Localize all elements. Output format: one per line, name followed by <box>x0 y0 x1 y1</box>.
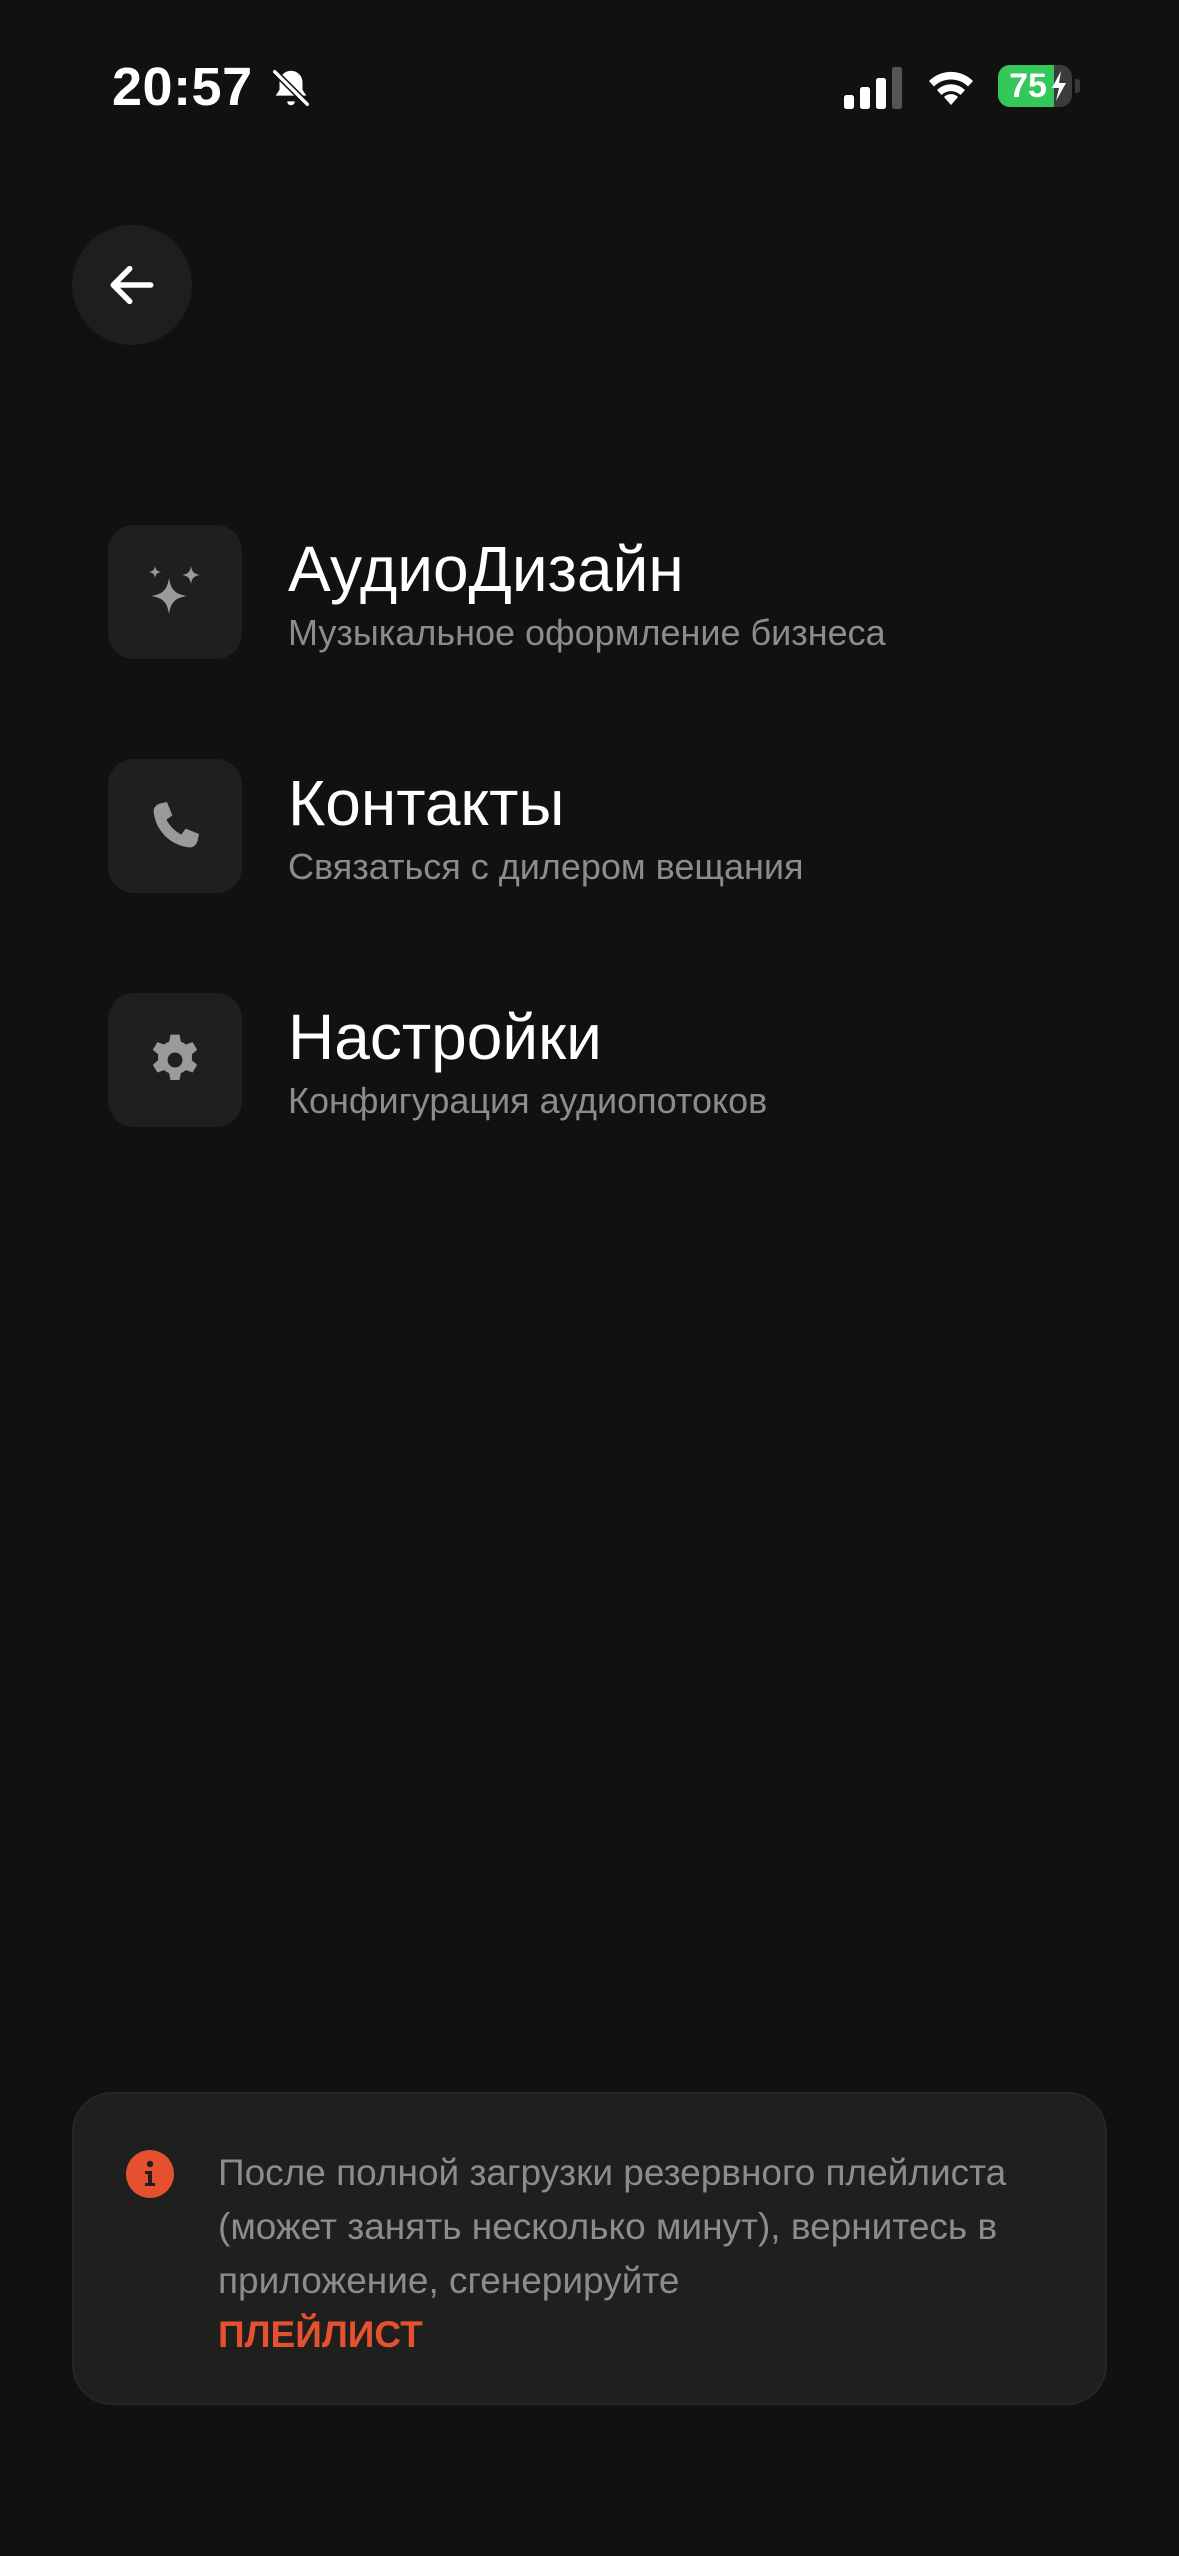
bell-slash-icon <box>270 67 312 109</box>
info-card: После полной загрузки резервного плейлис… <box>72 2092 1107 2405</box>
menu-item-subtitle: Связаться с дилером вещания <box>288 846 804 887</box>
screen: 20:57 75 АудиоДизайн Музыкальное оформле… <box>0 0 1179 2556</box>
menu-item-title: Контакты <box>288 767 565 839</box>
menu-item-subtitle: Музыкальное оформление бизнеса <box>288 612 886 653</box>
menu-item-title: Настройки <box>288 1001 602 1073</box>
back-button[interactable] <box>72 225 192 345</box>
status-bar: 20:57 75 <box>0 55 1179 119</box>
battery-body: 75 <box>998 65 1072 107</box>
battery-charging-icon: 75 <box>998 65 1080 107</box>
menu-item-subtitle: Конфигурация аудиопотоков <box>288 1080 768 1121</box>
gear-icon <box>152 1034 198 1080</box>
info-icon <box>126 2150 174 2198</box>
menu-icon-box <box>108 525 242 659</box>
battery-cap <box>1075 79 1080 93</box>
battery-level: 75 <box>1009 67 1047 105</box>
arrow-left-icon <box>110 265 154 305</box>
status-time: 20:57 <box>112 57 253 117</box>
menu-icon-box <box>108 759 242 893</box>
cellular-signal-icon <box>844 67 902 109</box>
menu-item-audiodesign[interactable]: АудиоДизайн Музыкальное оформление бизне… <box>108 525 1108 659</box>
menu-item-title: АудиоДизайн <box>288 533 684 605</box>
info-message: После полной загрузки резервного плейлис… <box>218 2152 1007 2301</box>
wifi-icon <box>929 71 973 105</box>
bolt-icon <box>1052 71 1066 101</box>
menu-item-contacts[interactable]: Контакты Связаться с дилером вещания <box>108 759 1108 893</box>
phone-icon <box>153 802 199 848</box>
sparkles-icon <box>149 566 200 614</box>
menu-item-settings[interactable]: Настройки Конфигурация аудиопотоков <box>108 993 1108 1127</box>
menu-icon-box <box>108 993 242 1127</box>
playlist-link[interactable]: ПЛЕЙЛИСТ <box>218 2308 423 2362</box>
